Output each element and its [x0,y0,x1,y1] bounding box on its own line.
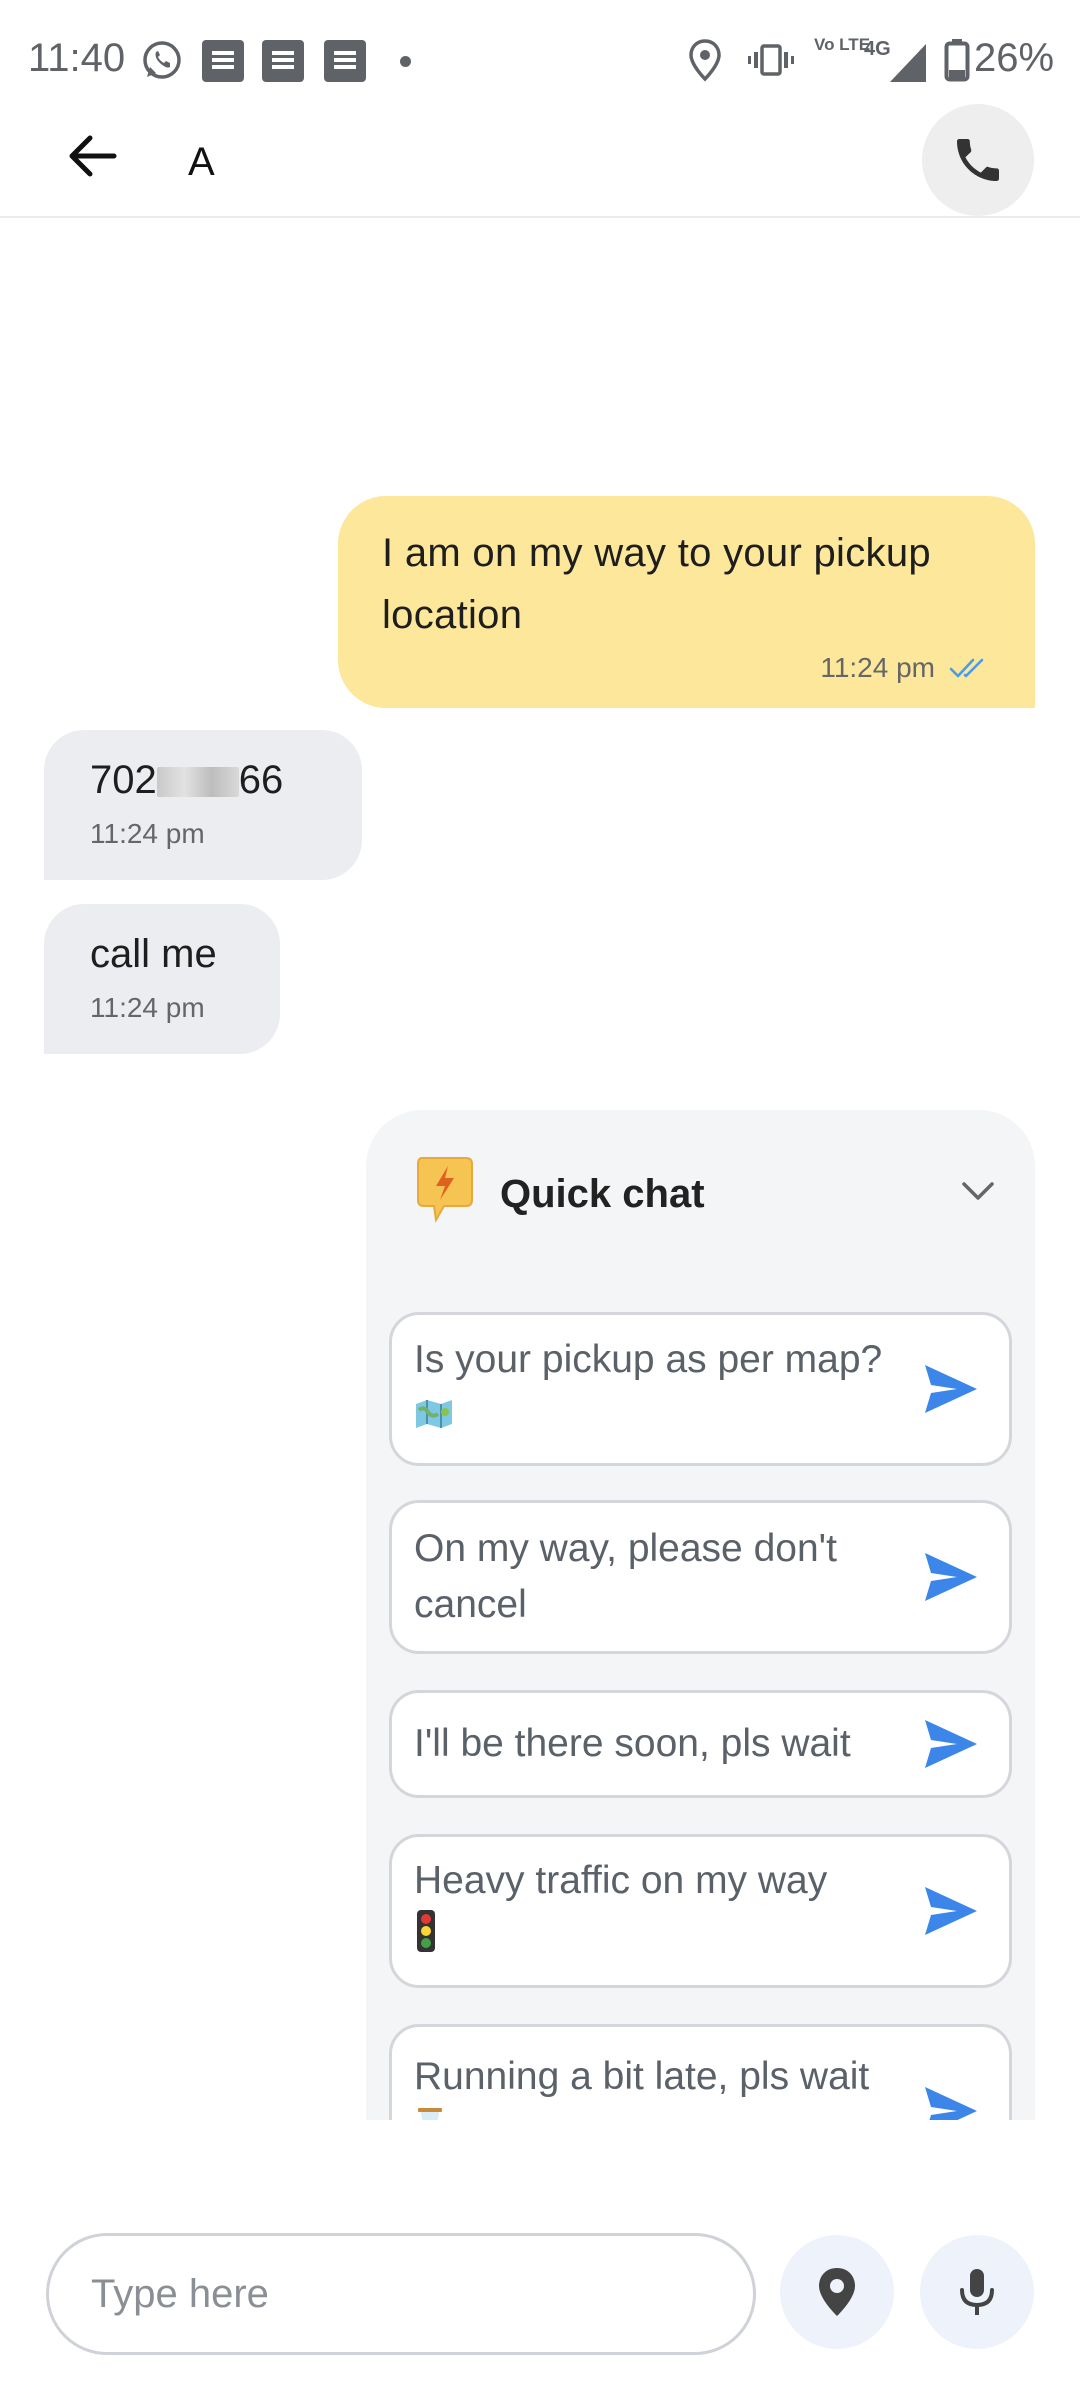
message-text: call me [90,932,217,976]
send-icon[interactable] [921,1547,981,1607]
vibrate-icon [748,38,794,87]
quick-chat-title: Quick chat [500,1172,705,1216]
call-button[interactable] [922,104,1034,216]
redacted-digits [156,767,239,797]
quick-chat-option[interactable]: Running a bit late, pls wait [389,2024,1012,2120]
message-time: 11:24 pm [820,652,935,683]
quick-chat-option-text: I'll be there soon, pls wait [414,1722,851,1765]
phone-number-suffix: 66 [238,758,284,802]
battery-percent: 26% [974,36,1055,80]
outgoing-message[interactable]: I am on my way to your pickup location 1… [338,496,1035,708]
chat-messages: I am on my way to your pickup location 1… [0,220,1080,2120]
quick-chat-bolt-icon [414,1154,476,1224]
arrow-left-icon [69,135,117,177]
quick-chat-option[interactable]: I'll be there soon, pls wait [389,1690,1012,1798]
quick-chat-option-text: Is your pickup as per map? [414,1332,909,1446]
location-pin-icon [819,2268,855,2316]
message-time: 11:24 pm [90,992,205,1023]
status-time: 11:40 [28,36,126,80]
message-input[interactable] [46,2233,756,2355]
send-icon[interactable] [921,1881,981,1941]
map-icon [414,1390,454,1446]
message-text: 702 66 [90,754,316,806]
volte-indicator: Vo LTE [814,35,871,54]
voice-message-button[interactable] [920,2235,1034,2349]
app-bar: A [0,100,1080,218]
quick-chat-option[interactable]: Is your pickup as per map? [389,1312,1012,1466]
quick-chat-option[interactable]: Heavy traffic on my way [389,1834,1012,1988]
hourglass-icon [414,2107,446,2120]
incoming-message[interactable]: 702 66 11:24 pm [44,730,362,880]
share-location-button[interactable] [780,2235,894,2349]
phone-icon [957,139,999,181]
phone-number-prefix: 702 [90,758,157,802]
traffic-light-icon [414,1909,438,1969]
chat-title: A [188,140,215,184]
quick-chat-header[interactable]: Quick chat [414,1154,994,1234]
quick-chat-panel: Quick chat Is your pickup as per map? On… [366,1110,1035,2120]
send-icon[interactable] [921,1714,981,1774]
message-composer [0,2200,1080,2400]
notification-icon [262,40,304,82]
more-notifications-dot [400,56,411,67]
quick-chat-option-text: Running a bit late, pls wait [414,2049,869,2120]
message-meta: 11:24 pm [820,652,989,684]
quick-chat-option[interactable]: On my way, please don't cancel [389,1500,1012,1654]
notification-icon [202,40,244,82]
send-icon[interactable] [921,2081,981,2120]
location-icon [688,38,722,87]
network-type: 4G [864,38,891,60]
quick-chat-option-text: On my way, please don't cancel [414,1527,837,1626]
notification-icon [324,40,366,82]
quick-chat-option-text: Heavy traffic on my way [414,1853,827,1969]
double-check-icon [949,658,984,678]
message-text: I am on my way to your pickup location [382,531,931,637]
signal-icon [888,40,928,89]
message-time: 11:24 pm [90,818,205,849]
chevron-down-icon[interactable] [958,1176,998,1206]
microphone-icon [960,2269,994,2315]
back-button[interactable] [62,126,142,196]
battery-icon [944,38,970,87]
whatsapp-icon [140,38,184,87]
send-icon[interactable] [921,1359,981,1419]
incoming-message[interactable]: call me 11:24 pm [44,904,280,1054]
